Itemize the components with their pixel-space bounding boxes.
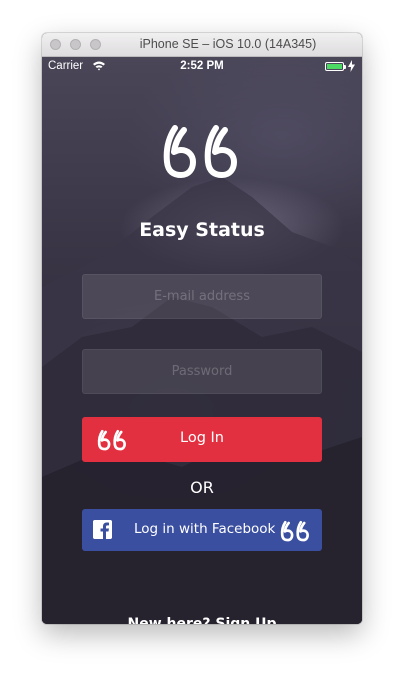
charging-bolt-icon [348,60,355,72]
signup-link[interactable]: New here? Sign Up [42,616,362,624]
email-placeholder: E-mail address [154,289,250,304]
quote-icon [280,520,309,542]
battery-icon [325,62,344,71]
mountain-background [42,177,362,624]
app-title: Easy Status [139,219,265,241]
facebook-icon [93,520,112,539]
login-button-label: Log In [180,430,224,446]
zoom-window-button[interactable] [90,39,101,50]
email-field[interactable]: E-mail address [82,274,322,319]
window-title: iPhone SE – iOS 10.0 (14A345) [139,37,317,51]
battery-nub [344,65,346,69]
simulator-window: iPhone SE – iOS 10.0 (14A345) Carrier 2:… [42,33,362,624]
login-button[interactable]: Log In [82,417,322,462]
password-placeholder: Password [171,364,233,379]
window-titlebar: iPhone SE – iOS 10.0 (14A345) [42,33,362,57]
status-time: 2:52 PM [180,60,224,72]
password-field[interactable]: Password [82,349,322,394]
device-screen: Carrier 2:52 PM Easy Status E-mail addre… [42,57,362,624]
minimize-window-button[interactable] [70,39,81,50]
facebook-button-label: Log in with Facebook [134,521,276,537]
status-bar: Carrier 2:52 PM [42,57,362,77]
close-window-button[interactable] [50,39,61,50]
battery-level [327,64,342,69]
quote-icon [163,125,237,178]
facebook-login-button[interactable]: Log in with Facebook [82,509,322,551]
or-divider: OR [190,478,214,497]
